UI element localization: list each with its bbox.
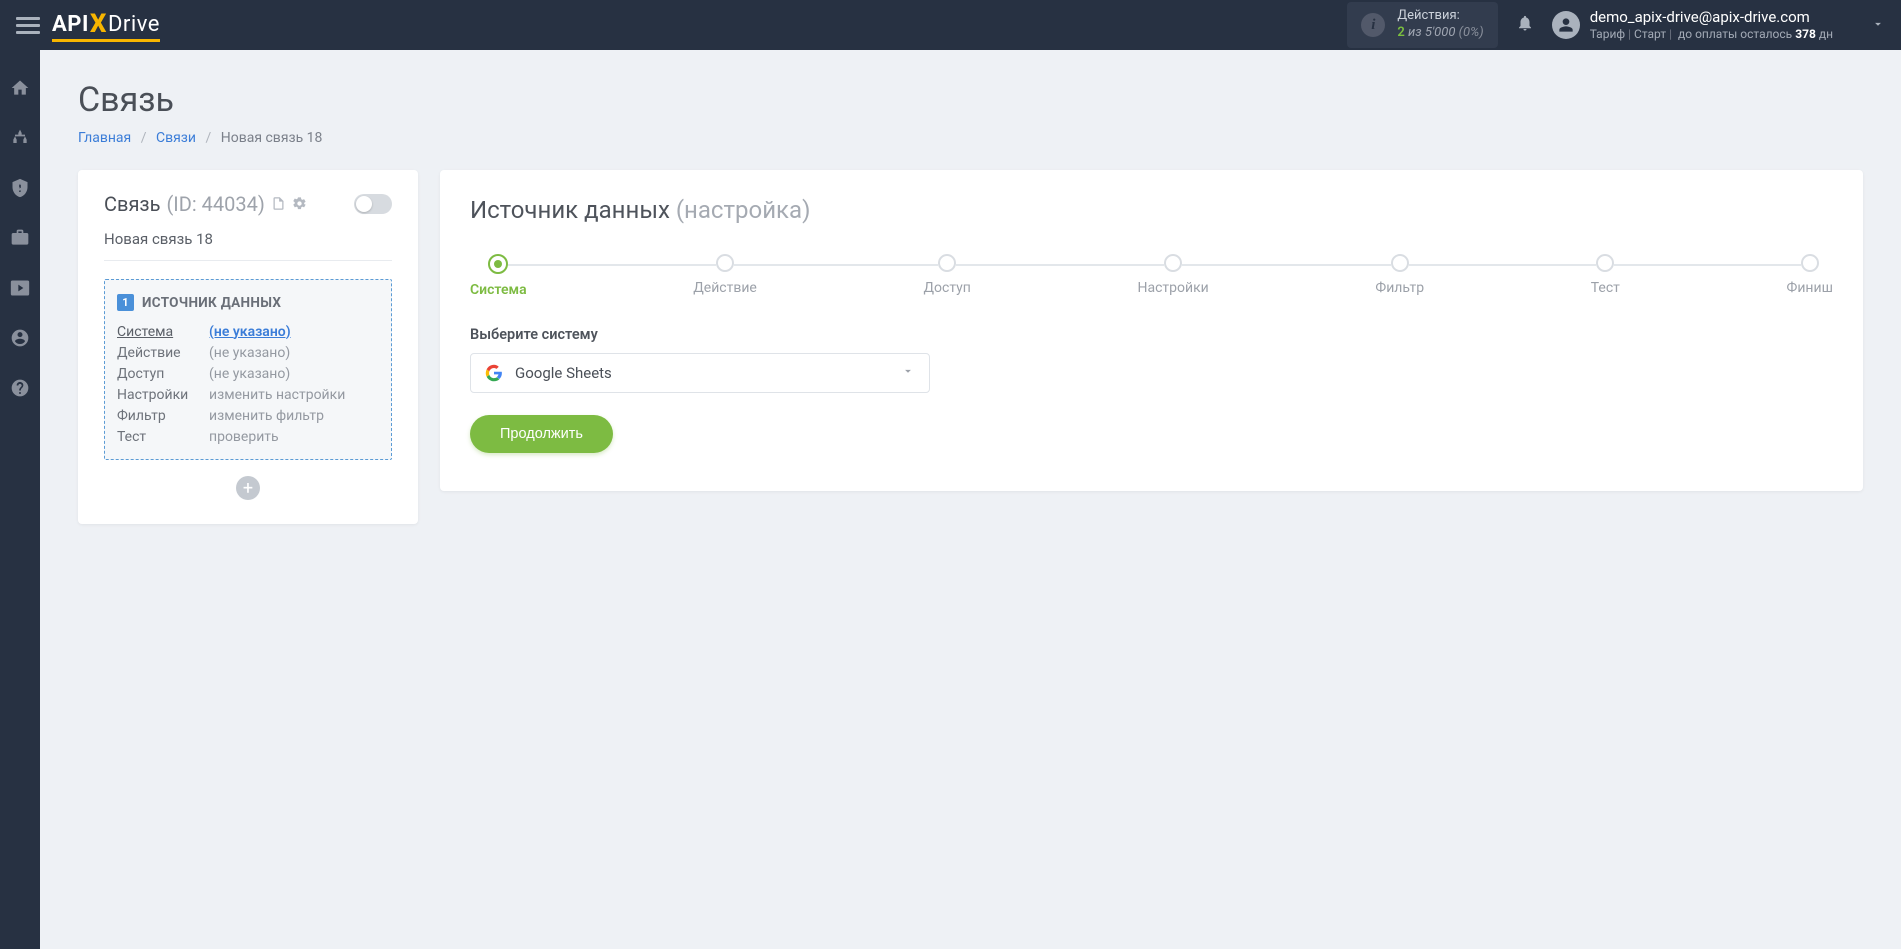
- setup-panel: Источник данных (настройка) Система Дейст…: [440, 170, 1863, 491]
- breadcrumb: Главная / Связи / Новая связь 18: [78, 130, 1863, 146]
- step-circle: [938, 254, 956, 272]
- breadcrumb-home[interactable]: Главная: [78, 130, 131, 146]
- logo-x: X: [90, 9, 107, 39]
- step-circle: [1164, 254, 1182, 272]
- nav-toolbox-icon[interactable]: [10, 228, 30, 252]
- add-step-button[interactable]: +: [236, 476, 260, 500]
- conn-id: (ID: 44034): [166, 192, 264, 216]
- step-фильтр[interactable]: Фильтр: [1375, 254, 1424, 298]
- source-row: Фильтр изменить фильтр: [117, 405, 379, 426]
- step-circle: [1596, 254, 1614, 272]
- source-row-key: Действие: [117, 345, 195, 361]
- nav-billing-icon[interactable]: $: [10, 178, 30, 202]
- source-row-key: Тест: [117, 429, 195, 445]
- actions-label: Действия:: [1397, 8, 1483, 25]
- step-line: [1182, 264, 1391, 266]
- info-icon: i: [1361, 13, 1385, 37]
- step-line: [956, 264, 1164, 266]
- source-row: Система (не указано): [117, 321, 379, 342]
- step-тест[interactable]: Тест: [1591, 254, 1620, 298]
- step-line: [734, 264, 938, 266]
- connection-toggle[interactable]: [354, 194, 392, 214]
- source-row: Доступ (не указано): [117, 363, 379, 384]
- step-система[interactable]: Система: [470, 254, 527, 298]
- actions-used: 2: [1397, 25, 1404, 40]
- user-block[interactable]: demo_apix-drive@apix-drive.com Тариф|Ста…: [1552, 8, 1833, 42]
- step-label: Финиш: [1787, 280, 1833, 296]
- nav-home-icon[interactable]: [10, 78, 30, 102]
- system-select[interactable]: Google Sheets: [470, 353, 930, 393]
- document-icon[interactable]: [271, 192, 286, 216]
- source-num-badge: 1: [117, 294, 134, 311]
- source-row-value[interactable]: (не указано): [209, 324, 291, 340]
- field-label: Выберите систему: [470, 326, 1833, 343]
- logo-prefix: API: [52, 12, 89, 37]
- connection-name: Новая связь 18: [104, 230, 392, 261]
- bell-icon[interactable]: [1516, 14, 1534, 36]
- right-title: Источник данных (настройка): [470, 196, 1833, 224]
- step-circle: [1801, 254, 1819, 272]
- source-row: Настройки изменить настройки: [117, 384, 379, 405]
- step-label: Тест: [1591, 280, 1620, 296]
- step-финиш[interactable]: Финиш: [1787, 254, 1833, 298]
- step-circle: [1391, 254, 1409, 272]
- source-row: Действие (не указано): [117, 342, 379, 363]
- user-tariff: Тариф|Старт| до оплаты осталось 378 дн: [1590, 27, 1833, 42]
- step-действие[interactable]: Действие: [693, 254, 757, 298]
- actions-percent: (0%): [1459, 25, 1484, 40]
- step-label: Система: [470, 282, 527, 298]
- source-row-value: (не указано): [209, 345, 290, 361]
- source-row-key: Система: [117, 324, 195, 340]
- source-row-value: (не указано): [209, 366, 290, 382]
- step-line: [508, 264, 716, 266]
- step-настройки[interactable]: Настройки: [1138, 254, 1209, 298]
- source-row-key: Доступ: [117, 366, 195, 382]
- nav-video-icon[interactable]: [10, 278, 30, 302]
- step-label: Доступ: [924, 280, 971, 296]
- left-sidebar: $: [0, 50, 40, 949]
- breadcrumb-current: Новая связь 18: [221, 130, 323, 146]
- step-label: Фильтр: [1375, 280, 1424, 296]
- source-row-key: Фильтр: [117, 408, 195, 424]
- continue-button[interactable]: Продолжить: [470, 415, 613, 453]
- nav-account-icon[interactable]: [10, 328, 30, 352]
- step-label: Действие: [693, 280, 757, 296]
- step-circle: [716, 254, 734, 272]
- avatar-icon: [1552, 11, 1580, 39]
- main-content: Связь Главная / Связи / Новая связь 18 С…: [40, 50, 1901, 554]
- step-line: [1409, 264, 1597, 266]
- svg-text:$: $: [16, 182, 23, 197]
- user-email: demo_apix-drive@apix-drive.com: [1590, 8, 1833, 27]
- selected-system: Google Sheets: [515, 364, 612, 382]
- page-title: Связь: [78, 80, 1863, 120]
- step-line: [1614, 264, 1800, 266]
- source-row-value[interactable]: проверить: [209, 429, 279, 445]
- actions-badge[interactable]: i Действия: 2 из 5'000 (0%): [1347, 2, 1497, 48]
- source-box: 1 ИСТОЧНИК ДАННЫХ Система(не указано)Дей…: [104, 279, 392, 460]
- chevron-down-icon: [901, 364, 915, 382]
- logo-suffix: Drive: [108, 12, 160, 37]
- source-row-key: Настройки: [117, 387, 195, 403]
- chevron-down-icon[interactable]: [1871, 16, 1885, 35]
- nav-help-icon[interactable]: [10, 378, 30, 402]
- hamburger-menu[interactable]: [16, 13, 40, 38]
- source-box-title: ИСТОЧНИК ДАННЫХ: [142, 295, 281, 311]
- step-label: Настройки: [1138, 280, 1209, 296]
- connection-panel: Связь (ID: 44034) Новая связь 18 1 ИСТОЧ…: [78, 170, 418, 524]
- top-header: APIXDrive i Действия: 2 из 5'000 (0%) de…: [0, 0, 1901, 50]
- step-circle: [488, 254, 508, 274]
- logo[interactable]: APIXDrive: [52, 8, 160, 42]
- source-row: Тест проверить: [117, 426, 379, 447]
- breadcrumb-connections[interactable]: Связи: [156, 130, 196, 146]
- source-row-value[interactable]: изменить фильтр: [209, 408, 324, 424]
- step-indicator: Система Действие Доступ Настройки Фильтр Тест…: [470, 254, 1833, 298]
- gear-icon[interactable]: [292, 192, 307, 216]
- source-row-value[interactable]: изменить настройки: [209, 387, 345, 403]
- step-доступ[interactable]: Доступ: [924, 254, 971, 298]
- google-logo-icon: [485, 364, 503, 382]
- nav-connections-icon[interactable]: [10, 128, 30, 152]
- conn-word: Связь: [104, 192, 160, 216]
